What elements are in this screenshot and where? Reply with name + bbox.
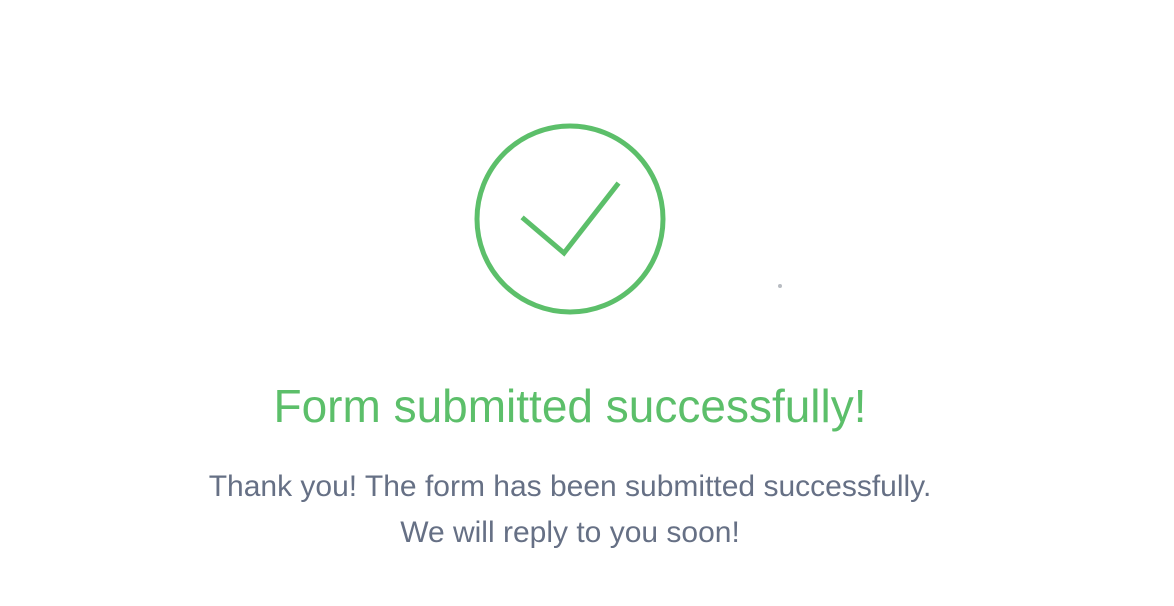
success-message-line-2: We will reply to you soon! [400,516,740,549]
check-circle-icon [472,121,668,317]
success-message-line-1: Thank you! The form has been submitted s… [208,470,932,503]
form-success-page: Form submitted successfully! Thank you! … [0,0,1174,606]
success-title: Form submitted successfully! [273,380,867,432]
decorative-dot [778,284,782,288]
success-message: Thank you! The form has been submitted s… [0,464,1140,556]
